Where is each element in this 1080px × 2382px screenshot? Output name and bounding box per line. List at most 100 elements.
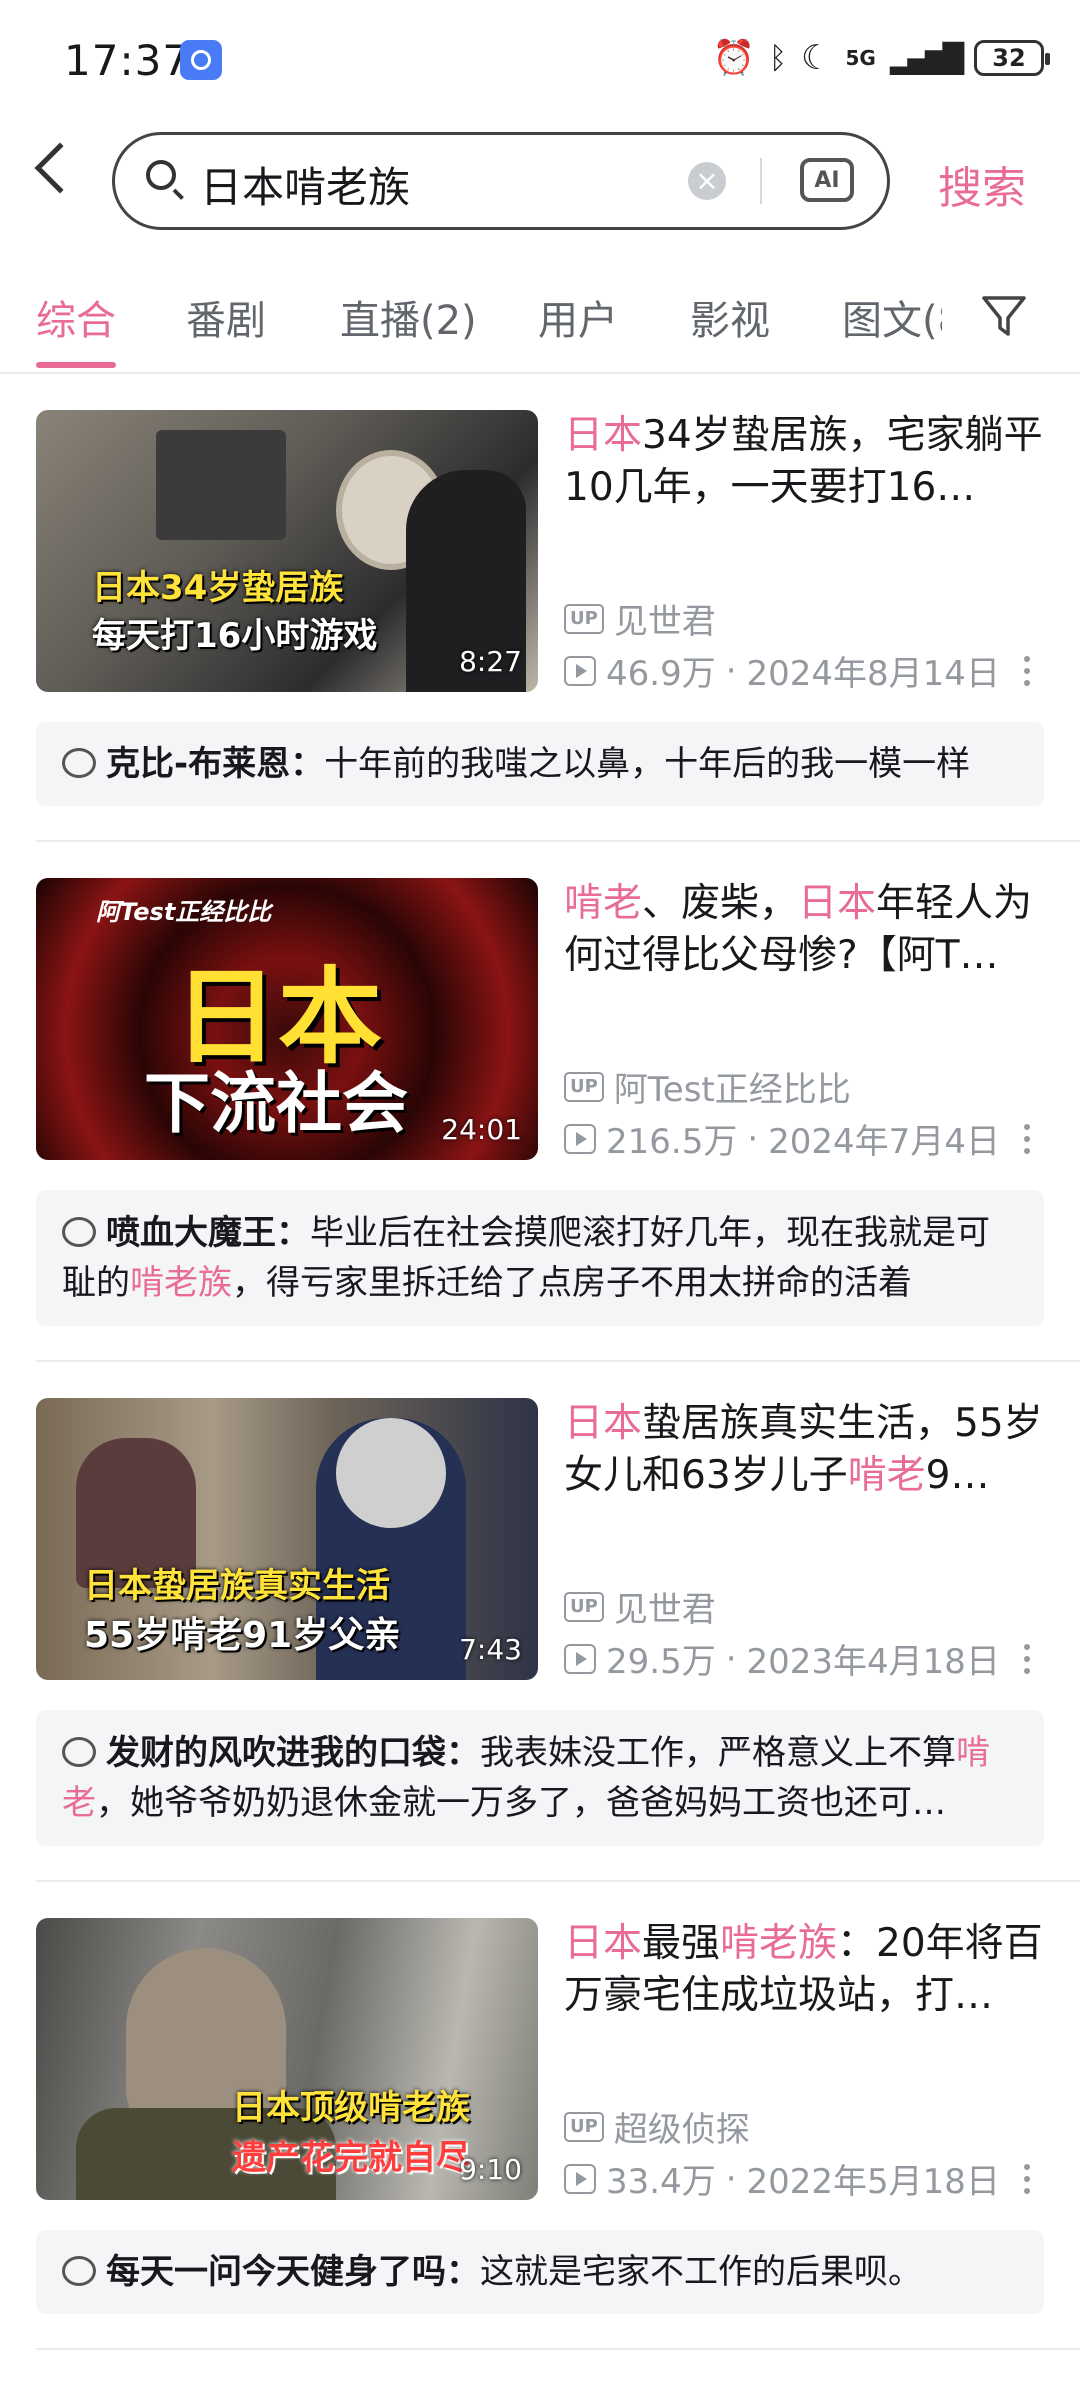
hot-comment[interactable]: 每天一问今天健身了吗：这就是宅家不工作的后果呗。 xyxy=(36,2230,1044,2314)
text-segment: 、废柴， xyxy=(642,881,799,926)
comment-user: 克比-布莱恩： xyxy=(106,744,325,784)
view-count: 29.5万 xyxy=(606,1642,716,1682)
filter-icon[interactable] xyxy=(980,292,1028,340)
up-badge-icon: UP xyxy=(564,2111,604,2142)
tab-movies[interactable]: 影视 xyxy=(690,288,770,346)
video-thumbnail[interactable]: 阿Test正经比比 日本 下流社会 24:01 xyxy=(36,878,538,1160)
up-badge-icon: UP xyxy=(564,603,604,634)
video-duration: 7:43 xyxy=(459,1633,522,1666)
uploader-row[interactable]: UP 阿Test正经比比 xyxy=(564,1062,851,1111)
more-options-icon[interactable] xyxy=(1024,2164,1030,2200)
signal-icon: ▂▄▆█ xyxy=(889,41,964,75)
view-count: 33.4万 xyxy=(606,2162,716,2202)
tab-all[interactable]: 综合 xyxy=(36,288,116,346)
highlighted-keyword: 日本 xyxy=(798,881,877,926)
video-title[interactable]: 日本蛰居族真实生活，55岁女儿和63岁儿子啃老9… xyxy=(564,1398,1044,1502)
comment-text: 这就是宅家不工作的后果呗。 xyxy=(480,2252,922,2292)
highlighted-keyword: 啃老 xyxy=(564,881,643,926)
video-duration: 8:27 xyxy=(459,645,522,678)
text-segment: 最强 xyxy=(642,1921,721,1966)
result-divider xyxy=(36,2348,1080,2350)
uploader-row[interactable]: UP 见世君 xyxy=(564,1582,716,1631)
back-arrow-icon[interactable] xyxy=(34,142,86,194)
publish-date: 2024年8月14日 xyxy=(746,654,1000,694)
comment-user: 每天一问今天健身了吗： xyxy=(106,2252,480,2292)
tab-bangumi[interactable]: 番剧 xyxy=(186,288,266,346)
active-tab-indicator xyxy=(36,362,116,368)
result-divider xyxy=(36,1360,1080,1362)
uploader-name: 阿Test正经比比 xyxy=(613,1070,851,1110)
network-label: 5G xyxy=(845,46,876,70)
comment-icon xyxy=(62,2255,96,2286)
bluetooth-icon: ᛒ xyxy=(769,40,788,76)
hot-comment[interactable]: 发财的风吹进我的口袋：我表妹没工作，严格意义上不算啃老，她爷爷奶奶退休金就一万多… xyxy=(36,1710,1044,1846)
video-duration: 9:10 xyxy=(459,2153,522,2186)
play-count-icon xyxy=(564,655,596,686)
video-thumbnail[interactable]: 日本顶级啃老族 遗产花完就自尽 9:10 xyxy=(36,1918,538,2200)
text-segment: 十年前的我嗤之以鼻，十年后的我一模一样 xyxy=(324,744,971,784)
video-title[interactable]: 日本最强啃老族：20年将百万豪宅住成垃圾站，打… xyxy=(564,1918,1044,2022)
highlighted-keyword: 啃老族 xyxy=(720,1921,838,1966)
play-count-icon xyxy=(564,2163,596,2194)
stats-row: 46.9万 · 2024年8月14日 xyxy=(564,646,1000,695)
tab-users[interactable]: 用户 xyxy=(538,288,618,346)
hot-comment[interactable]: 克比-布莱恩：十年前的我嗤之以鼻，十年后的我一模一样 xyxy=(36,722,1044,806)
thumb-caption: 遗产花完就自尽 xyxy=(232,2138,470,2178)
video-title[interactable]: 日本34岁蛰居族，宅家躺平10几年，一天要打16… xyxy=(564,410,1044,514)
stats-row: 29.5万 · 2023年4月18日 xyxy=(564,1634,1000,1683)
comment-icon xyxy=(62,1216,96,1247)
tab-live[interactable]: 直播(2) xyxy=(340,288,477,346)
clear-icon[interactable]: × xyxy=(688,162,726,200)
highlighted-keyword: 日本 xyxy=(564,413,643,458)
video-thumbnail[interactable]: 日本蛰居族真实生活 55岁啃老91岁父亲 7:43 xyxy=(36,1398,538,1680)
ai-icon[interactable]: AI xyxy=(800,158,854,202)
thumb-caption: 55岁啃老91岁父亲 xyxy=(84,1615,401,1656)
more-options-icon[interactable] xyxy=(1024,1644,1030,1680)
video-title[interactable]: 啃老、废柴，日本年轻人为何过得比父母惨?【阿T… xyxy=(564,878,1044,982)
uploader-row[interactable]: UP 超级侦探 xyxy=(564,2102,750,2151)
more-options-icon[interactable] xyxy=(1024,1124,1030,1160)
publish-date: 2022年5月18日 xyxy=(746,2162,1000,2202)
battery-icon: 32 xyxy=(974,40,1050,76)
play-count-icon xyxy=(564,1643,596,1674)
search-button[interactable]: 搜索 xyxy=(938,152,1026,216)
video-duration: 24:01 xyxy=(441,1113,522,1146)
tab-articles[interactable]: 图文(8 xyxy=(842,288,942,346)
video-thumbnail[interactable]: 日本34岁蛰居族 每天打16小时游戏 8:27 xyxy=(36,410,538,692)
comment-user: 喷血大魔王： xyxy=(106,1213,310,1253)
thumb-caption: 日本34岁蛰居族 xyxy=(92,568,344,608)
stats-row: 216.5万 · 2024年7月4日 xyxy=(564,1114,1000,1163)
comment-icon xyxy=(62,1736,96,1767)
stats-row: 33.4万 · 2022年5月18日 xyxy=(564,2154,1000,2203)
highlighted-keyword: 日本 xyxy=(564,1401,643,1446)
thumb-caption: 下流社会 xyxy=(144,1065,408,1142)
thumb-caption: 日本蛰居族真实生活 xyxy=(84,1566,390,1606)
search-query-text[interactable]: 日本啃老族 xyxy=(200,154,410,215)
thumb-channel-label: 阿Test正经比比 xyxy=(96,898,272,926)
app-notification-icon xyxy=(180,40,222,80)
tabs-divider xyxy=(0,372,1080,374)
view-count: 216.5万 xyxy=(606,1122,738,1162)
more-options-icon[interactable] xyxy=(1024,656,1030,692)
text-segment: 我表妹没工作，严格意义上不算 xyxy=(480,1733,956,1773)
text-segment: 9… xyxy=(925,1453,990,1498)
text-segment: ，得亏家里拆迁给了点房子不用太拼命的活着 xyxy=(232,1263,912,1303)
text-segment: ，她爷爷奶奶退休金就一万多了，爸爸妈妈工资也还可… xyxy=(96,1783,946,1823)
uploader-name: 见世君 xyxy=(613,602,716,642)
comment-icon xyxy=(62,747,96,778)
uploader-name: 见世君 xyxy=(613,1590,716,1630)
divider xyxy=(760,158,762,204)
up-badge-icon: UP xyxy=(564,1591,604,1622)
highlighted-keyword: 啃老 xyxy=(847,1453,926,1498)
hot-comment[interactable]: 喷血大魔王：毕业后在社会摸爬滚打好几年，现在我就是可耻的啃老族，得亏家里拆迁给了… xyxy=(36,1190,1044,1326)
comment-text: 十年前的我嗤之以鼻，十年后的我一模一样 xyxy=(324,744,970,784)
result-divider xyxy=(36,1880,1080,1882)
moon-icon: ☾ xyxy=(801,38,832,78)
uploader-row[interactable]: UP 见世君 xyxy=(564,594,716,643)
status-time: 17:37 xyxy=(64,36,191,85)
publish-date: 2023年4月18日 xyxy=(746,1642,1000,1682)
view-count: 46.9万 xyxy=(606,654,716,694)
uploader-name: 超级侦探 xyxy=(613,2110,750,2150)
publish-date: 2024年7月4日 xyxy=(768,1122,1000,1162)
play-count-icon xyxy=(564,1123,596,1154)
